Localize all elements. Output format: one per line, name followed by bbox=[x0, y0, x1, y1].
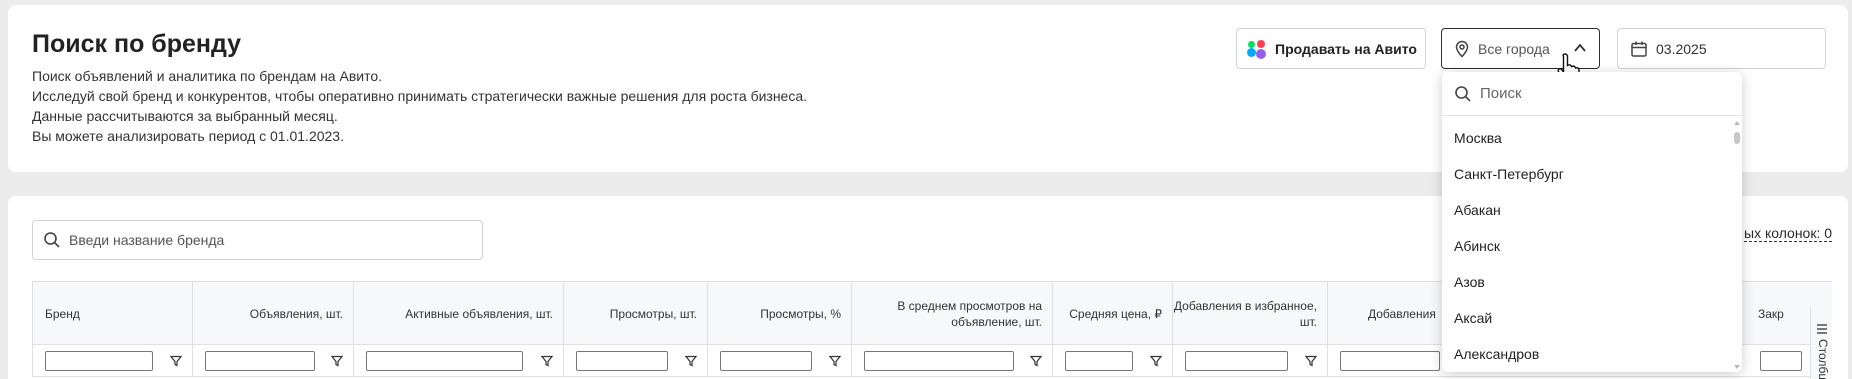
filter-icon[interactable] bbox=[541, 355, 553, 367]
filter-input[interactable] bbox=[1185, 351, 1288, 371]
sell-on-avito-button[interactable]: Продавать на Авито bbox=[1236, 28, 1426, 69]
filter-icon[interactable] bbox=[1305, 355, 1317, 367]
filter-cell bbox=[564, 345, 708, 377]
filter-cell bbox=[852, 345, 1053, 377]
scrollbar-thumb[interactable] bbox=[1734, 132, 1740, 144]
filter-icon[interactable] bbox=[829, 355, 841, 367]
filter-cell bbox=[193, 345, 354, 377]
sell-on-avito-label: Продавать на Авито bbox=[1275, 40, 1417, 57]
description-line: Исследуй свой бренд и конкурентов, чтобы… bbox=[32, 88, 808, 104]
filter-input[interactable] bbox=[864, 351, 1014, 371]
filter-cell bbox=[1328, 345, 1448, 377]
column-header-active-listings[interactable]: Активные объявления, шт. bbox=[354, 282, 564, 345]
month-picker-value: 03.2025 bbox=[1656, 40, 1707, 57]
scroll-down-arrow-icon[interactable] bbox=[1734, 364, 1740, 370]
filter-cell bbox=[354, 345, 564, 377]
city-search-input[interactable] bbox=[1480, 85, 1720, 102]
filter-cell bbox=[32, 345, 193, 377]
filter-input[interactable] bbox=[576, 351, 668, 371]
filter-input[interactable] bbox=[1065, 351, 1133, 371]
filter-cell bbox=[708, 345, 852, 377]
filter-cell bbox=[1173, 345, 1328, 377]
filter-input[interactable] bbox=[1760, 351, 1802, 371]
city-search-field[interactable] bbox=[1442, 72, 1742, 116]
column-header-favorites[interactable]: Добавления в избранное, шт. bbox=[1173, 282, 1328, 345]
avito-logo-icon bbox=[1245, 38, 1267, 60]
filter-input[interactable] bbox=[205, 351, 315, 371]
city-option[interactable]: Санкт-Петербург bbox=[1442, 156, 1742, 192]
filter-icon[interactable] bbox=[1030, 355, 1042, 367]
columns-side-tab-label: Столбцы bbox=[1816, 339, 1830, 379]
filter-input[interactable] bbox=[1340, 351, 1440, 371]
brand-search-field[interactable] bbox=[32, 220, 483, 260]
city-select-value: Все города bbox=[1478, 40, 1550, 57]
filter-input[interactable] bbox=[45, 351, 153, 371]
column-header-brand[interactable]: Бренд bbox=[32, 282, 193, 345]
hidden-columns-link[interactable]: ых колонок: 0 bbox=[1744, 226, 1833, 242]
filter-icon[interactable] bbox=[331, 355, 343, 367]
filter-icon[interactable] bbox=[685, 355, 697, 367]
dropdown-scrollbar[interactable] bbox=[1734, 120, 1740, 370]
column-header-avg-price[interactable]: Средняя цена, ₽ bbox=[1053, 282, 1173, 345]
location-pin-icon bbox=[1455, 40, 1469, 58]
brand-search-input[interactable] bbox=[69, 232, 469, 248]
filter-input[interactable] bbox=[720, 351, 812, 371]
filter-icon[interactable] bbox=[170, 355, 182, 367]
description-line: Данные рассчитываются за выбранный месяц… bbox=[32, 108, 338, 124]
search-icon bbox=[44, 232, 60, 248]
search-icon bbox=[1455, 85, 1471, 102]
column-header-avg-views[interactable]: В среднем просмотров на объявление, шт. bbox=[852, 282, 1053, 345]
columns-side-tab[interactable]: Столбцы bbox=[1810, 307, 1832, 379]
calendar-icon bbox=[1631, 41, 1647, 57]
column-header-listings[interactable]: Объявления, шт. bbox=[193, 282, 354, 345]
filter-cell bbox=[1053, 345, 1173, 377]
city-option[interactable]: Александров bbox=[1442, 336, 1742, 372]
column-header-favorites-2[interactable]: Добавления bbox=[1328, 282, 1448, 345]
columns-icon bbox=[1817, 324, 1827, 334]
city-option[interactable]: Москва bbox=[1442, 120, 1742, 156]
city-option[interactable]: Аксай bbox=[1442, 300, 1742, 336]
page-title: Поиск по бренду bbox=[32, 30, 242, 58]
city-option[interactable]: Абакан bbox=[1442, 192, 1742, 228]
month-picker[interactable]: 03.2025 bbox=[1617, 28, 1826, 69]
city-option[interactable]: Абинск bbox=[1442, 228, 1742, 264]
column-header-views[interactable]: Просмотры, шт. bbox=[564, 282, 708, 345]
description-line: Вы можете анализировать период с 01.01.2… bbox=[32, 128, 344, 144]
column-header-views-percent[interactable]: Просмотры, % bbox=[708, 282, 852, 345]
city-dropdown: Москва Санкт-Петербург Абакан Абинск Азо… bbox=[1442, 72, 1742, 372]
filter-icon[interactable] bbox=[1150, 355, 1162, 367]
city-options-list: Москва Санкт-Петербург Абакан Абинск Азо… bbox=[1442, 120, 1742, 372]
scroll-up-arrow-icon[interactable] bbox=[1734, 120, 1740, 126]
city-option[interactable]: Азов bbox=[1442, 264, 1742, 300]
description-line: Поиск объявлений и аналитика по брендам … bbox=[32, 68, 383, 84]
filter-input[interactable] bbox=[366, 351, 523, 371]
